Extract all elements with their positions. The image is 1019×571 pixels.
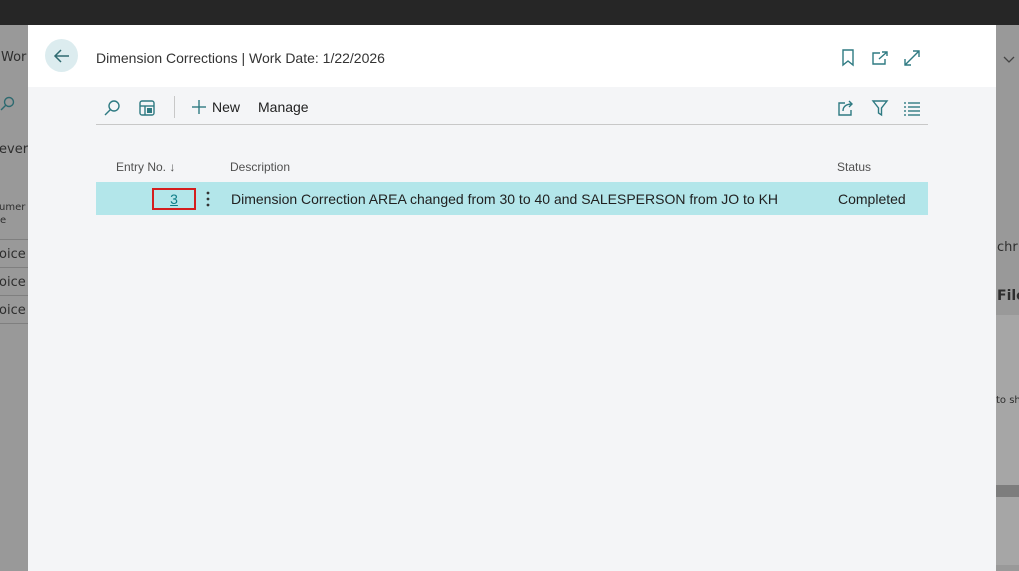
edit-in-grid-button[interactable] [137,98,157,118]
arrow-left-icon [53,48,69,63]
background-text: ever [0,142,28,157]
search-button[interactable] [102,98,122,118]
new-button[interactable]: New [191,97,240,117]
edit-in-grid-icon [139,100,155,116]
open-in-new-window-button[interactable] [870,48,890,68]
background-left-panel: Wor ever umer e oice oice oice [0,25,28,571]
table-row[interactable]: 3 Dimension Correction AREA changed from… [96,182,928,215]
background-scrollbar [996,485,1019,497]
manage-button-label: Manage [258,99,309,115]
divider [0,323,28,324]
background-text: to sh [996,395,1019,406]
top-bar [0,0,1019,25]
expand-icon [904,50,920,66]
background-text: oice [0,275,26,290]
list-view-button[interactable] [902,98,922,118]
search-icon [0,96,15,111]
dimension-corrections-dialog: Dimension Corrections | Work Date: 1/22/… [28,25,996,571]
column-header-status[interactable]: Status [837,160,871,174]
entry-no-value: 3 [170,191,178,207]
search-icon [104,100,120,116]
action-bar: New Manage [96,87,928,125]
status-cell: Completed [838,191,906,207]
column-header-description[interactable]: Description [230,160,290,174]
divider [0,239,28,240]
bookmark-button[interactable] [838,48,858,68]
entry-no-link[interactable]: 3 [152,188,196,210]
chevron-down-icon [1003,56,1015,63]
background-text: umer [0,202,26,213]
back-button[interactable] [45,39,78,72]
expand-button[interactable] [902,48,922,68]
background-text: oice [0,247,26,262]
more-options-icon [206,191,210,207]
share-icon [838,100,853,116]
background-card [996,315,1019,565]
column-header-entry-no[interactable]: Entry No. ↓ [116,160,175,174]
open-in-new-window-icon [872,51,888,65]
filter-button[interactable] [870,98,890,118]
background-right-panel: chr File to sh [996,25,1019,571]
background-text: Wor [1,50,27,65]
plus-icon [192,100,206,114]
row-actions-menu[interactable] [204,189,212,209]
description-cell: Dimension Correction AREA changed from 3… [231,191,779,207]
background-text: e [0,215,7,226]
divider [0,295,28,296]
filter-icon [871,100,889,117]
dialog-header: Dimension Corrections | Work Date: 1/22/… [28,25,996,87]
background-text: oice [0,303,26,318]
background-text: File [997,288,1019,304]
page-title: Dimension Corrections | Work Date: 1/22/… [96,50,385,66]
background-text: chr [997,240,1018,255]
share-button[interactable] [836,98,856,118]
manage-button[interactable]: Manage [258,97,309,117]
list-view-icon [904,102,920,116]
new-button-label: New [212,99,241,115]
divider [0,267,28,268]
toolbar-divider [174,96,175,118]
bookmark-icon [842,49,854,67]
